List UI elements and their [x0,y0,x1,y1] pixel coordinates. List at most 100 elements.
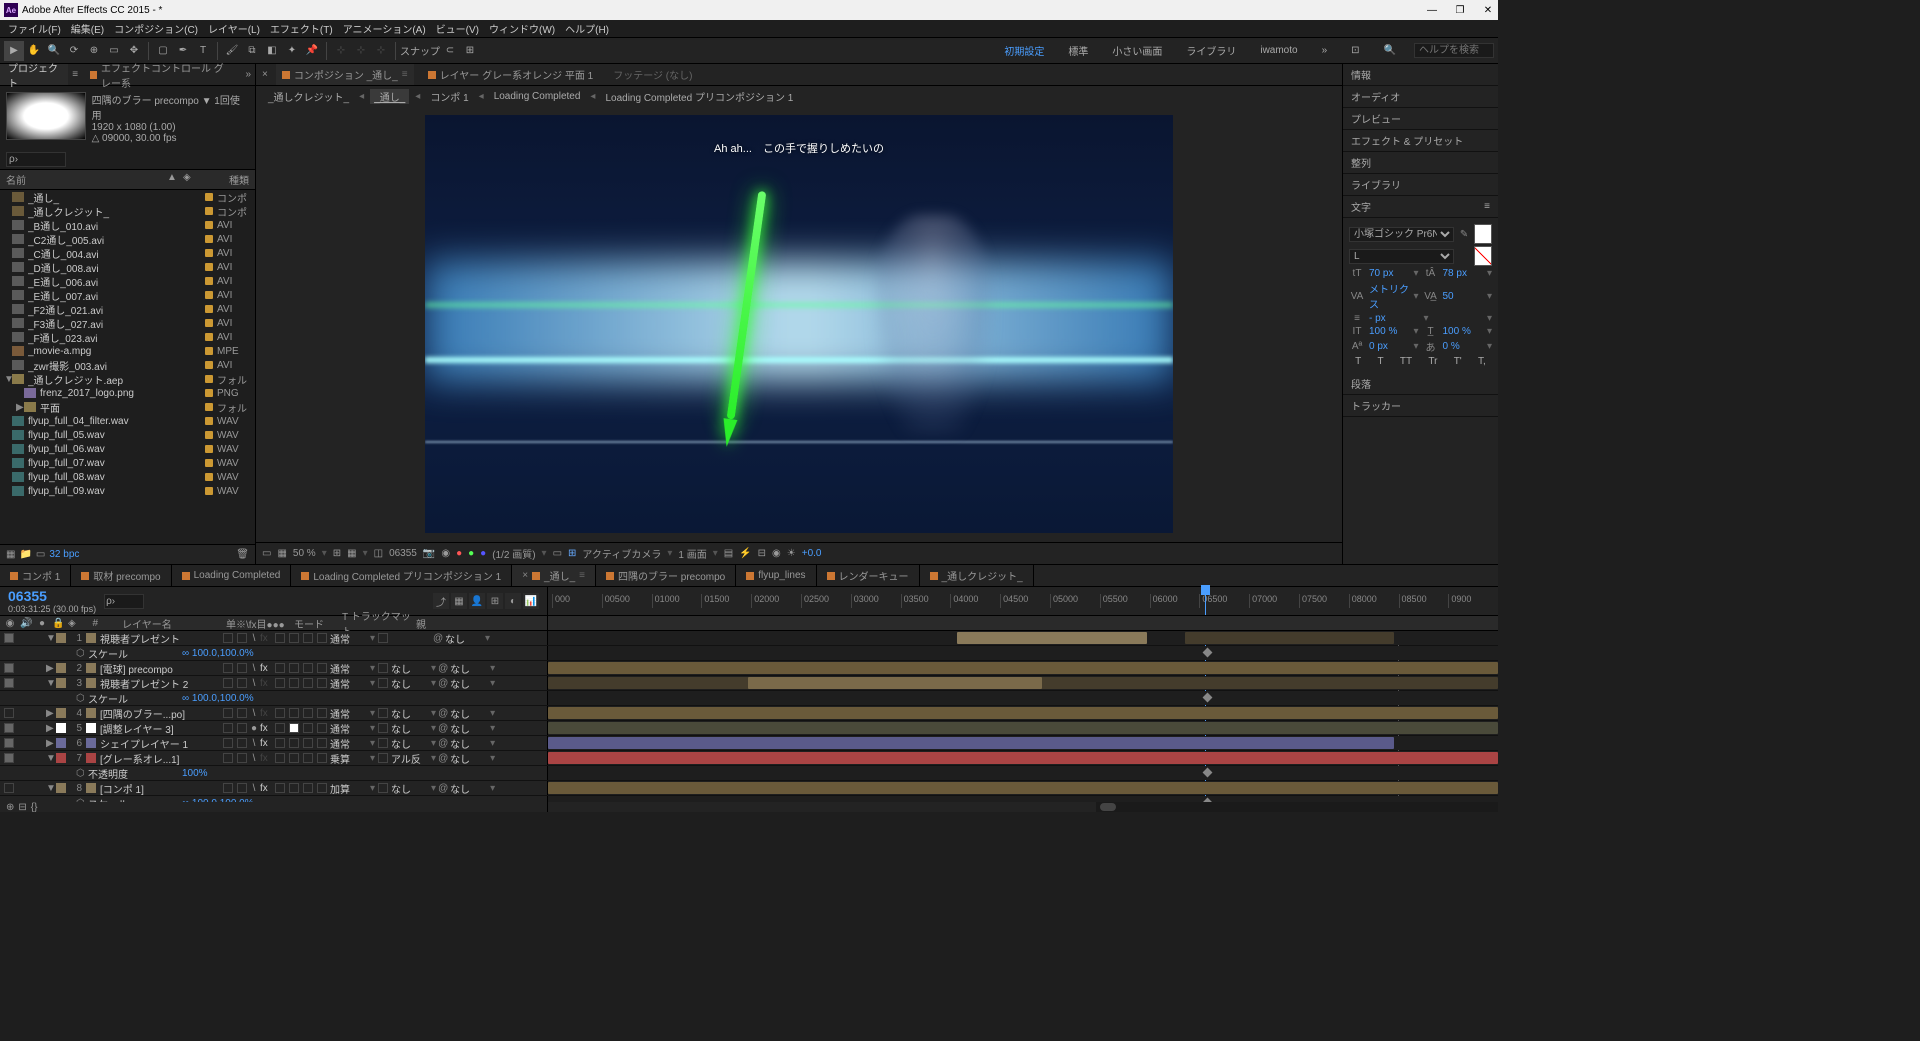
flowchart-icon[interactable]: ◉ [772,548,781,559]
layer-label-color[interactable] [56,708,66,718]
layer-name[interactable]: [コンポ 1] [100,781,220,796]
col-audio-icon[interactable]: 🔊 [20,618,32,629]
project-item[interactable]: _E通し_006.aviAVI [0,274,255,288]
panel-menu-icon[interactable]: ≡ [68,69,82,80]
blend-mode[interactable]: 通常 [330,661,368,676]
draft3d-icon[interactable]: ▦ [451,593,467,609]
bpc-button[interactable]: 32 bpc [49,549,79,560]
vscale[interactable]: 100 % [1369,326,1409,337]
layer-property-row[interactable]: ⬡不透明度100% [0,766,1498,781]
col-video-icon[interactable]: ◉ [4,618,16,629]
menu-item[interactable]: 編集(E) [67,21,108,36]
layer-row[interactable]: ▼ 1 視聴者プレゼント \fx 通常▾ @なし▾ [0,631,1498,646]
col-label-icon[interactable]: ◈ [68,618,80,629]
visibility-toggle[interactable] [4,708,14,718]
toggle-modes-icon[interactable]: ⊟ [18,802,26,813]
col-lock-icon[interactable]: 🔒 [52,618,64,629]
toggle-in-out-icon[interactable]: {} [31,802,38,813]
project-item[interactable]: _F2通し_021.aviAVI [0,302,255,316]
project-item[interactable]: _zwr撮影_003.aviAVI [0,358,255,372]
new-folder-icon[interactable]: 📁 [19,549,31,560]
fast-preview-icon[interactable]: ⚡ [739,548,751,559]
menu-item[interactable]: レイヤー(L) [204,21,264,36]
viewer-tab-comp[interactable]: コンポジション _通し_≡ [276,64,414,85]
col-mode[interactable]: モード [294,616,338,631]
parent-dropdown[interactable]: なし [450,781,488,796]
breadcrumb-item[interactable]: Loading Completed プリコンポジション 1 [601,89,797,104]
track-matte[interactable]: なし [391,661,429,676]
project-item[interactable]: _B通し_010.aviAVI [0,218,255,232]
track-matte[interactable]: なし [391,736,429,751]
layer-label-color[interactable] [56,738,66,748]
layer-name[interactable]: 視聴者プレゼント [100,631,220,646]
comp-breadcrumb[interactable]: _通しクレジット_◂_通し_◂コンポ 1◂Loading Completed◂L… [256,86,1342,106]
timeline-ruler[interactable]: 0000050001000015000200002500030000350004… [548,587,1498,615]
stroke-width[interactable]: - px [1369,313,1419,324]
composition-preview[interactable]: Ah ah... この手で握りしめたいの [425,115,1173,533]
timeline-icon[interactable]: ⊟ [758,548,766,559]
workspace-item[interactable]: 初期設定 [998,43,1050,58]
layer-row[interactable]: ▶ 5 [調整レイヤー 3] ●fx 通常▾ なし▾ @なし▾ [0,721,1498,736]
viewer-lock-icon[interactable]: × [262,69,268,80]
visibility-toggle[interactable] [4,633,14,643]
panel-header[interactable]: トラッカー [1343,395,1498,417]
eyedropper-icon[interactable]: ✎ [1458,229,1470,240]
toggle-switches-icon[interactable]: ⊕ [6,802,14,813]
layer-label-color[interactable] [56,633,66,643]
layer-label-color[interactable] [56,678,66,688]
view-axis-tool[interactable]: ⊹ [371,41,391,61]
viewer-tab-layer[interactable]: レイヤー グレー系オレンジ 平面 1 [422,64,600,85]
column-type[interactable]: 種類 [199,172,249,187]
timeline-tab[interactable]: flyup_lines [736,565,816,586]
blend-mode[interactable]: 通常 [330,676,368,691]
panel-more-icon[interactable]: » [241,69,255,80]
mask-icon[interactable]: ◫ [374,548,383,559]
menu-item[interactable]: コンポジション(C) [110,21,202,36]
blend-mode[interactable]: 通常 [330,736,368,751]
project-item[interactable]: flyup_full_05.wavWAV [0,428,255,442]
tab-effect-controls[interactable]: エフェクトコントロール グレー系 [82,64,241,85]
faux-style-button[interactable]: T [1378,356,1384,367]
current-frame[interactable]: 06355 [389,548,417,559]
project-item[interactable]: ▶平面フォル [0,400,255,414]
column-label-icon[interactable]: ▲ [167,172,183,187]
playhead[interactable] [1205,587,1206,615]
menu-item[interactable]: アニメーション(A) [339,21,430,36]
world-axis-tool[interactable]: ⊹ [351,41,371,61]
timeline-tab[interactable]: コンポ 1 [0,565,71,586]
layer-row[interactable]: ▶ 4 [四隅のブラー...po] \fx 通常▾ なし▾ @なし▾ [0,706,1498,721]
brush-tool[interactable]: 🖌 [222,41,242,61]
project-item[interactable]: flyup_full_09.wavWAV [0,484,255,498]
project-item[interactable]: ▼_通しクレジット.aepフォル [0,372,255,386]
parent-dropdown[interactable]: なし [450,736,488,751]
project-item[interactable]: _C2通し_005.aviAVI [0,232,255,246]
layer-property-row[interactable]: ⬡スケール∞ 100.0,100.0% [0,646,1498,661]
project-item[interactable]: _C通し_004.aviAVI [0,246,255,260]
panel-header[interactable]: エフェクト & プリセット [1343,130,1498,152]
blend-mode[interactable]: 加算 [330,781,368,796]
blend-mode[interactable]: 通常 [330,721,368,736]
track-matte[interactable]: なし [391,706,429,721]
breadcrumb-item[interactable]: _通し_ [370,89,409,104]
menu-item[interactable]: ウィンドウ(W) [485,21,559,36]
roto-tool[interactable]: ✦ [282,41,302,61]
orbit-tool[interactable]: ⟳ [64,41,84,61]
minimize-button[interactable]: — [1426,4,1438,16]
timeline-layers[interactable]: ▼ 1 視聴者プレゼント \fx 通常▾ @なし▾⬡スケール∞ 100.0,10… [0,631,1498,802]
layer-row[interactable]: ▼ 8 [コンポ 1] \fx 加算▾ なし▾ @なし▾ [0,781,1498,796]
timeline-tab[interactable]: Loading Completed プリコンポジション 1 [291,565,512,586]
timeline-tab[interactable]: 取材 precompo [71,565,171,586]
layer-property-row[interactable]: ⬡スケール∞ 100.0,100.0% [0,691,1498,706]
baseline[interactable]: 0 px [1369,341,1409,352]
project-item[interactable]: flyup_full_07.wavWAV [0,456,255,470]
font-style[interactable]: L [1349,249,1454,264]
project-item[interactable]: _F3通し_027.aviAVI [0,316,255,330]
timeline-tab[interactable]: _通しクレジット_ [920,565,1034,586]
track-matte[interactable]: なし [391,676,429,691]
breadcrumb-item[interactable]: _通しクレジット_ [264,89,353,104]
breadcrumb-item[interactable]: コンポ 1 [426,89,472,104]
menu-item[interactable]: エフェクト(T) [266,21,337,36]
fill-color[interactable] [1474,224,1492,244]
panel-header[interactable]: ライブラリ [1343,174,1498,196]
layer-name[interactable]: [グレー系オレ...1] [100,751,220,766]
